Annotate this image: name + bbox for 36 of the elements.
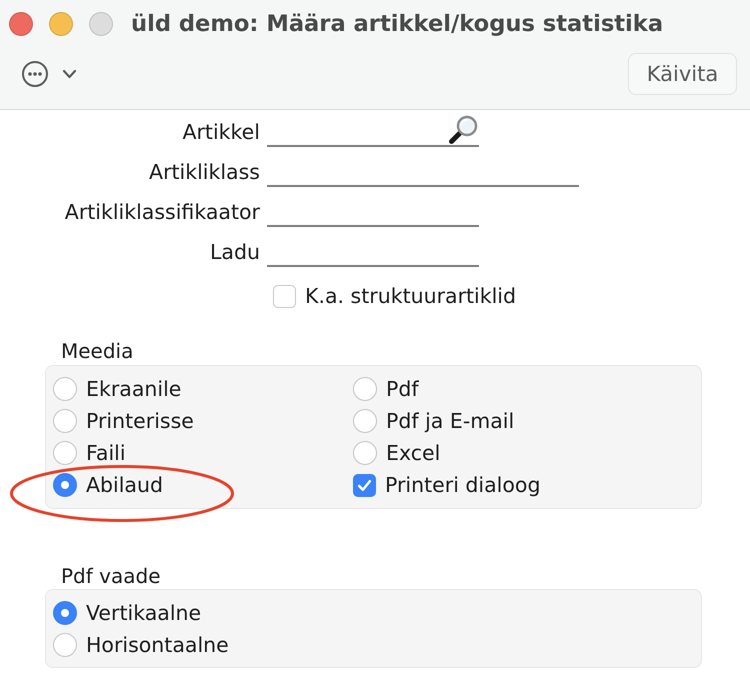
more-icon[interactable] bbox=[22, 61, 48, 87]
radio-label: Vertikaalne bbox=[86, 602, 202, 624]
radio-button[interactable] bbox=[353, 377, 377, 401]
checkbox[interactable] bbox=[273, 285, 296, 308]
search-icon[interactable] bbox=[448, 115, 478, 145]
radio-button[interactable] bbox=[53, 473, 77, 497]
field-label: Artikliklass bbox=[149, 160, 260, 184]
window-title: üld demo: Määra artikkel/kogus statistika bbox=[131, 11, 664, 37]
radio-label: Horisontaalne bbox=[86, 634, 229, 656]
input-field[interactable] bbox=[267, 117, 479, 147]
field-label: Ladu bbox=[210, 240, 260, 264]
minimize-icon[interactable] bbox=[49, 12, 73, 36]
chevron-down-icon[interactable] bbox=[62, 69, 77, 79]
radio-button[interactable] bbox=[53, 409, 77, 433]
run-button[interactable]: Käivita bbox=[628, 53, 737, 95]
radio-button[interactable] bbox=[353, 409, 377, 433]
radio-button[interactable] bbox=[353, 441, 377, 465]
section-title: Meedia bbox=[61, 340, 134, 362]
section-title: Pdf vaade bbox=[61, 565, 162, 587]
field-label: Artikkel bbox=[182, 120, 260, 144]
field-label: Artikliklassifikaator bbox=[64, 200, 260, 224]
radio-button[interactable] bbox=[53, 441, 77, 465]
radio-button[interactable] bbox=[53, 601, 77, 625]
close-icon[interactable] bbox=[9, 12, 33, 36]
radio-label: Abilaud bbox=[86, 474, 163, 496]
radio-label: Excel bbox=[386, 442, 440, 464]
checkbox-label: K.a. struktuurartiklid bbox=[305, 286, 516, 307]
radio-label: Pdf bbox=[386, 378, 419, 400]
radio-label: Printerisse bbox=[86, 410, 194, 432]
radio-button[interactable] bbox=[53, 377, 77, 401]
radio-button[interactable] bbox=[53, 633, 77, 657]
radio-label: Pdf ja E-mail bbox=[386, 410, 514, 432]
radio-label: Faili bbox=[86, 442, 126, 464]
radio-label: Ekraanile bbox=[86, 378, 182, 400]
checkbox-label: Printeri dialoog bbox=[385, 474, 540, 496]
checkbox[interactable] bbox=[353, 474, 376, 496]
